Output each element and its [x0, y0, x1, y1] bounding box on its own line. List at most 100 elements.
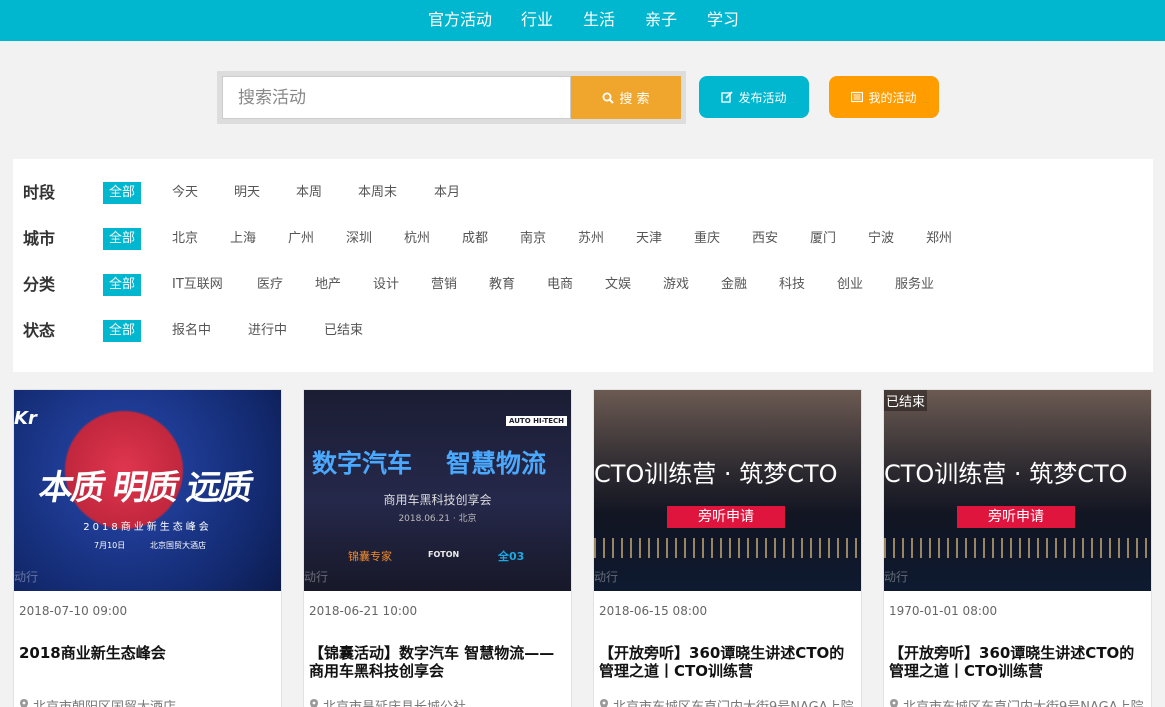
activity-title[interactable]: 【锦囊活动】数字汽车 智慧物流——商用车黑科技创享会: [309, 644, 567, 680]
filter-option[interactable]: 全部: [103, 320, 142, 342]
filter-option[interactable]: 创业: [837, 276, 863, 294]
image-logo: 全03: [498, 550, 525, 563]
filter-option[interactable]: 杭州: [404, 230, 430, 248]
activity-title[interactable]: 2018商业新生态峰会: [19, 644, 277, 662]
image-headline-right: 智慧物流: [446, 449, 547, 478]
activity-address: 北京市东城区东直门内大街9号NAGA上院: [889, 696, 1144, 707]
activity-address-text: 北京市朝阳区国贸大酒店: [33, 696, 176, 707]
filter-option[interactable]: 教育: [489, 276, 515, 294]
filter-option[interactable]: 天津: [636, 230, 662, 248]
filter-option[interactable]: 文娱: [605, 276, 631, 294]
filter-option[interactable]: 广州: [288, 230, 314, 248]
image-logo: FOTON: [428, 550, 460, 559]
filter-option[interactable]: 科技: [779, 276, 805, 294]
image-venue-tag: 北京国贸大酒店: [150, 541, 206, 550]
activity-date: 2018-07-10 09:00: [19, 604, 128, 618]
activity-address-text: 北京市东城区东直门内大街9号NAGA上院: [613, 696, 854, 707]
filter-option[interactable]: 电商: [547, 276, 573, 294]
image-watermark: 动行: [884, 570, 909, 584]
my-activities-button[interactable]: 我的活动: [829, 76, 939, 118]
image-subline: 2018商业新生态峰会: [83, 522, 212, 533]
filter-option[interactable]: 营销: [431, 276, 457, 294]
filter-option[interactable]: 明天: [234, 184, 260, 202]
filter-option[interactable]: IT互联网: [172, 276, 223, 294]
filter-label-category: 分类: [23, 275, 56, 294]
city-lights-decoration: [594, 538, 861, 558]
image-headline: CTO训练营 · 筑梦CTO: [884, 460, 1128, 488]
filter-option[interactable]: 金融: [721, 276, 747, 294]
activity-address: 北京市朝阳区国贸大酒店: [19, 696, 176, 707]
filter-option[interactable]: 服务业: [895, 276, 934, 294]
filter-option[interactable]: 苏州: [578, 230, 604, 248]
nav-item-life[interactable]: 生活: [583, 10, 615, 30]
filter-option[interactable]: 设计: [373, 276, 399, 294]
filter-option[interactable]: 地产: [315, 276, 341, 294]
activity-title[interactable]: 【开放旁听】360谭晓生讲述CTO的管理之道丨CTO训练营: [889, 644, 1147, 680]
filter-option[interactable]: 全部: [103, 228, 142, 250]
activity-card[interactable]: Kr 本质 明质 远质 2018商业新生态峰会 7月10日 北京国贸大酒店 动行…: [13, 389, 282, 707]
location-pin-icon: [600, 699, 608, 707]
activity-title[interactable]: 【开放旁听】360谭晓生讲述CTO的管理之道丨CTO训练营: [599, 644, 857, 680]
filter-option[interactable]: 全部: [103, 274, 142, 296]
activity-card[interactable]: CTO训练营 · 筑梦CTO 旁听申请 动行 2018-06-15 08:00 …: [593, 389, 862, 707]
filter-option[interactable]: 本周: [296, 184, 322, 202]
filter-option[interactable]: 成都: [462, 230, 488, 248]
location-pin-icon: [20, 699, 28, 707]
filter-label-status: 状态: [23, 321, 56, 340]
activity-date: 1970-01-01 08:00: [889, 604, 998, 618]
filter-option[interactable]: 今天: [172, 184, 198, 202]
filter-label-city: 城市: [23, 229, 56, 248]
list-icon: [851, 91, 864, 103]
nav-item-parenting[interactable]: 亲子: [645, 10, 677, 30]
image-headline: 本质 明质 远质: [35, 468, 255, 508]
activity-image[interactable]: CTO训练营 · 筑梦CTO 旁听申请 已结束 动行: [884, 390, 1151, 591]
filter-option[interactable]: 宁波: [868, 230, 894, 248]
filter-label-time: 时段: [23, 183, 56, 202]
image-watermark: 动行: [14, 570, 39, 584]
publish-activity-button[interactable]: 发布活动: [699, 76, 809, 118]
image-date-line: 2018.06.21 · 北京: [398, 514, 477, 524]
filter-option[interactable]: 全部: [103, 182, 142, 204]
filter-option[interactable]: 南京: [520, 230, 546, 248]
filter-option[interactable]: 重庆: [694, 230, 720, 248]
filter-option[interactable]: 深圳: [346, 230, 372, 248]
search-bar: 搜 索: [217, 71, 686, 124]
image-pill: 旁听申请: [667, 506, 785, 528]
filter-option[interactable]: 本月: [434, 184, 460, 202]
status-badge: 已结束: [884, 390, 928, 411]
filter-row-city: 城市 全部 北京 上海 广州 深圳 杭州 成都 南京 苏州 天津 重庆 西安 厦…: [13, 227, 1153, 251]
activity-image[interactable]: Kr 本质 明质 远质 2018商业新生态峰会 7月10日 北京国贸大酒店 动行: [14, 390, 281, 591]
filter-option[interactable]: 游戏: [663, 276, 689, 294]
search-input[interactable]: [222, 76, 571, 119]
nav-item-official[interactable]: 官方活动: [428, 10, 492, 30]
top-nav: 官方活动 行业 生活 亲子 学习: [0, 0, 1165, 41]
filter-option[interactable]: 北京: [172, 230, 198, 248]
filter-option[interactable]: 厦门: [810, 230, 836, 248]
activity-date: 2018-06-21 10:00: [309, 604, 418, 618]
filter-row-category: 分类 全部 IT互联网 医疗 地产 设计 营销 教育 电商 文娱 游戏 金融 科…: [13, 273, 1153, 297]
nav-item-industry[interactable]: 行业: [521, 10, 553, 30]
filter-option[interactable]: 郑州: [926, 230, 952, 248]
image-corner-text: AUTO HI-TECH: [506, 416, 567, 426]
activity-image[interactable]: CTO训练营 · 筑梦CTO 旁听申请 动行: [594, 390, 861, 591]
location-pin-icon: [890, 699, 898, 707]
filter-row-status: 状态 全部 报名中 进行中 已结束: [13, 319, 1153, 343]
filter-option[interactable]: 进行中: [248, 322, 287, 340]
activity-card[interactable]: CTO训练营 · 筑梦CTO 旁听申请 已结束 动行 1970-01-01 08…: [883, 389, 1152, 707]
activity-card[interactable]: AUTO HI-TECH 数字汽车 智慧物流 商用车黑科技创享会 2018.06…: [303, 389, 572, 707]
edit-icon: [721, 91, 734, 103]
filter-option[interactable]: 医疗: [257, 276, 283, 294]
filter-option[interactable]: 西安: [752, 230, 778, 248]
filter-option[interactable]: 本周末: [358, 184, 397, 202]
image-date-tag: 7月10日: [94, 541, 126, 550]
filter-option[interactable]: 上海: [230, 230, 256, 248]
activity-address: 北京市昌延庆县长城公社: [309, 696, 466, 707]
activity-image[interactable]: AUTO HI-TECH 数字汽车 智慧物流 商用车黑科技创享会 2018.06…: [304, 390, 571, 591]
image-pill: 旁听申请: [957, 506, 1075, 528]
search-button[interactable]: 搜 索: [571, 76, 681, 119]
image-corner-text: Kr: [14, 408, 37, 429]
filter-option[interactable]: 已结束: [324, 322, 363, 340]
image-headline-left: 数字汽车: [312, 449, 413, 478]
nav-item-learning[interactable]: 学习: [707, 10, 739, 30]
filter-option[interactable]: 报名中: [172, 322, 211, 340]
